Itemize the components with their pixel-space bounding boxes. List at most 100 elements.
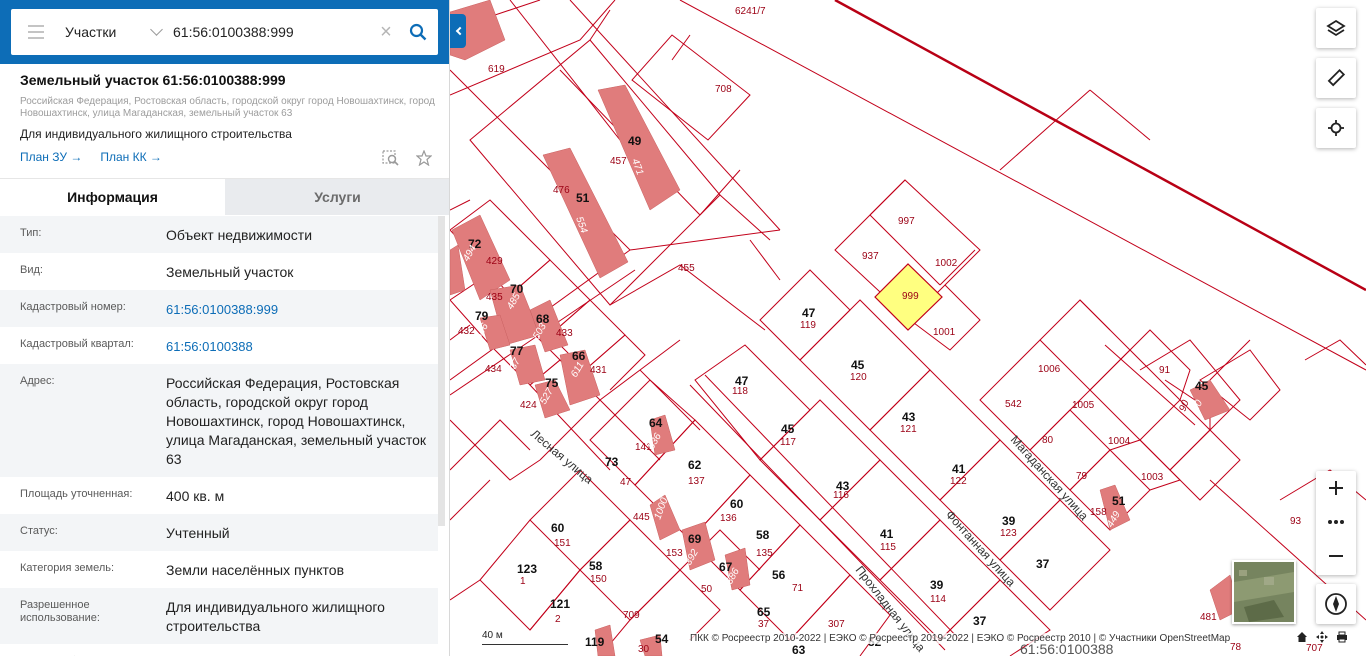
svg-text:114: 114 [930, 594, 946, 605]
info-value: Земельный участок [166, 264, 294, 280]
search-input[interactable] [165, 17, 374, 47]
info-label: Площадь уточненная: [20, 488, 133, 500]
print-icon[interactable] [1336, 631, 1348, 643]
info-value: Учтенный [166, 525, 230, 541]
svg-text:1005: 1005 [1072, 400, 1095, 411]
cadastral-map[interactable]: Лесная улица Магаданская улица Фонтанная… [450, 0, 1366, 656]
svg-text:122: 122 [950, 476, 967, 487]
svg-text:434: 434 [485, 364, 502, 375]
scale-bar [482, 644, 568, 645]
zoom-out-button[interactable] [1316, 539, 1356, 573]
compass-button[interactable] [1316, 584, 1356, 624]
svg-text:137: 137 [688, 476, 705, 487]
svg-text:1002: 1002 [935, 258, 958, 269]
move-icon[interactable] [1316, 631, 1328, 643]
svg-text:79: 79 [1076, 471, 1088, 482]
svg-text:91: 91 [1159, 365, 1171, 376]
info-label: Тип: [20, 227, 42, 239]
info-label: Категория земель: [20, 562, 115, 574]
svg-text:41: 41 [952, 462, 966, 476]
svg-text:433: 433 [556, 328, 573, 339]
svg-text:158: 158 [1090, 507, 1107, 518]
dots-icon [1328, 520, 1344, 524]
svg-text:999: 999 [902, 291, 919, 302]
home-icon[interactable] [1296, 631, 1308, 643]
svg-text:39: 39 [930, 578, 944, 592]
svg-text:39: 39 [1002, 514, 1016, 528]
svg-text:619: 619 [488, 64, 505, 75]
info-label: Разрешенное использование: [20, 599, 100, 624]
tab-services[interactable]: Услуги [225, 179, 449, 215]
svg-text:121: 121 [550, 597, 570, 611]
svg-text:64: 64 [649, 416, 663, 430]
object-title: Земельный участок 61:56:0100388:999 [20, 72, 286, 88]
svg-text:6241/7: 6241/7 [735, 6, 766, 17]
locate-button[interactable] [1316, 108, 1356, 148]
star-icon[interactable] [416, 150, 432, 166]
svg-text:66: 66 [572, 349, 586, 363]
info-row: Разрешенное использование: Для индивидуа… [0, 588, 438, 644]
measure-button[interactable] [1316, 58, 1356, 98]
object-purpose: Для индивидуального жилищного строительс… [20, 127, 292, 141]
menu-icon[interactable] [11, 9, 61, 55]
svg-text:151: 151 [554, 538, 571, 549]
search-bar: Участки × [0, 0, 449, 64]
svg-text:41: 41 [880, 527, 894, 541]
cadastral-number-link[interactable]: 61:56:0100388:999 [166, 290, 428, 327]
plan-kk-link[interactable]: План КК → [100, 150, 162, 164]
tab-information[interactable]: Информация [0, 179, 225, 215]
svg-text:1006: 1006 [1038, 364, 1061, 375]
crosshair-icon [1328, 120, 1344, 136]
zoom-to-object-icon[interactable] [382, 150, 400, 166]
close-icon[interactable]: × [374, 21, 398, 44]
basemap-switcher[interactable] [1232, 560, 1296, 624]
info-value: Земли населённых пунктов [166, 562, 345, 578]
svg-text:45: 45 [1195, 379, 1209, 393]
info-row: Категория земель: Земли населённых пункт… [0, 551, 438, 588]
svg-text:1001: 1001 [933, 327, 956, 338]
info-row: Кадастровый квартал: 61:56:0100388 [0, 327, 438, 364]
info-row: Форма собственности: - [0, 644, 438, 656]
svg-text:116: 116 [833, 490, 849, 501]
layers-button[interactable] [1316, 8, 1356, 48]
svg-text:445: 445 [633, 512, 650, 523]
info-table: Тип: Объект недвижимости Вид: Земельный … [0, 216, 438, 656]
svg-text:47: 47 [620, 477, 632, 488]
svg-text:136: 136 [720, 513, 737, 524]
footer-icons [1296, 631, 1348, 643]
svg-text:481: 481 [1200, 612, 1217, 623]
info-label: Кадастровый квартал: [20, 338, 134, 350]
minus-icon [1329, 555, 1343, 557]
svg-text:429: 429 [486, 256, 503, 267]
svg-text:455: 455 [678, 263, 695, 274]
cadastral-quarter-link[interactable]: 61:56:0100388 [166, 327, 428, 364]
svg-text:50: 50 [701, 584, 713, 595]
info-label: Вид: [20, 264, 43, 276]
svg-text:58: 58 [589, 559, 603, 573]
collapse-panel-button[interactable] [450, 14, 466, 48]
chevron-left-icon [455, 26, 464, 36]
scrollbar[interactable] [438, 216, 445, 526]
info-value: - [166, 644, 428, 656]
svg-text:120: 120 [850, 372, 867, 383]
plan-zu-link[interactable]: План ЗУ → [20, 150, 82, 164]
svg-text:Лесная улица: Лесная улица [528, 427, 596, 487]
svg-text:56: 56 [772, 568, 786, 582]
svg-text:542: 542 [1005, 399, 1022, 410]
zoom-in-button[interactable] [1316, 471, 1356, 505]
svg-text:150: 150 [590, 574, 607, 585]
svg-text:37: 37 [1036, 557, 1050, 571]
more-button[interactable] [1316, 505, 1356, 539]
svg-text:135: 135 [756, 548, 773, 559]
info-value: Для индивидуального жилищного строительс… [166, 599, 385, 634]
info-label: Кадастровый номер: [20, 301, 126, 313]
search-category-select[interactable]: Участки [61, 23, 165, 40]
search-button[interactable] [398, 9, 438, 55]
svg-text:708: 708 [715, 84, 732, 95]
svg-text:1004: 1004 [1108, 436, 1131, 447]
svg-text:2: 2 [555, 614, 561, 625]
satellite-thumbnail [1234, 562, 1294, 622]
search-box: Участки × [11, 9, 438, 55]
svg-text:60: 60 [730, 497, 744, 511]
compass-icon [1325, 593, 1347, 615]
